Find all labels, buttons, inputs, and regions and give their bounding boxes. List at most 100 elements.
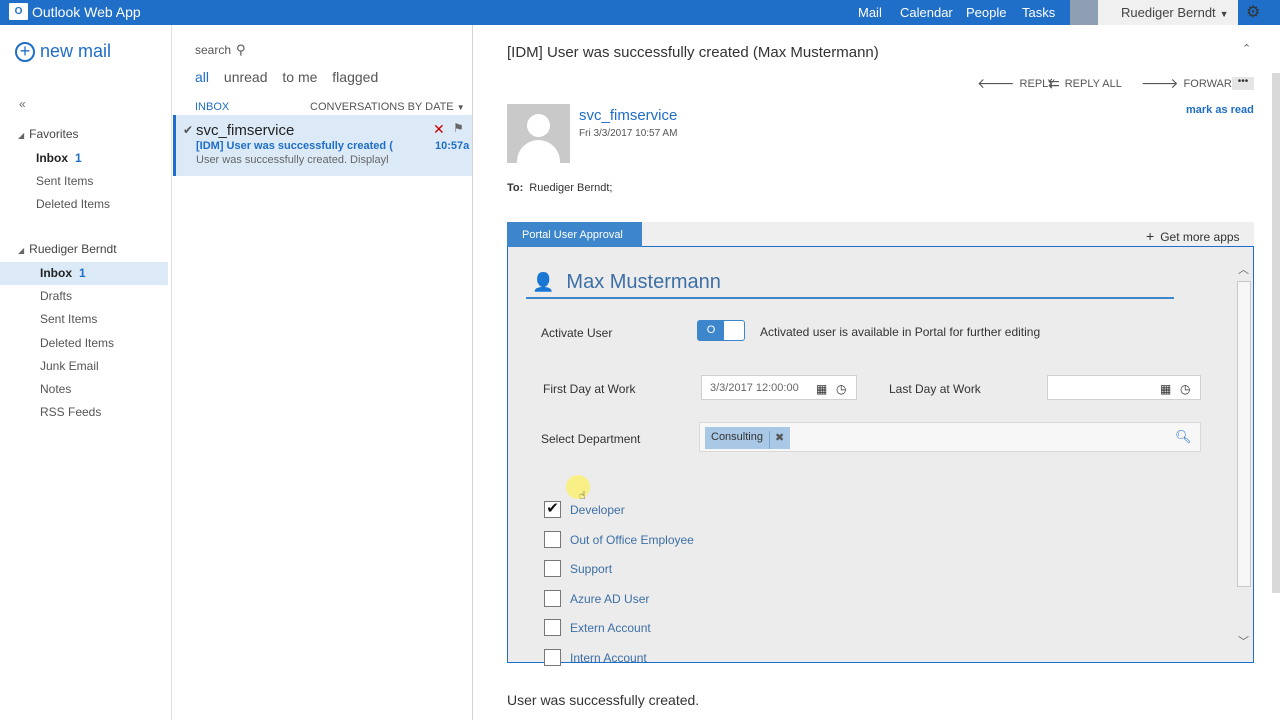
folder-sent-items[interactable]: Sent Items: [40, 312, 97, 326]
checkbox[interactable]: [544, 649, 561, 666]
unread-count: 1: [79, 266, 86, 280]
option-azure-ad-user[interactable]: Azure AD User: [544, 590, 649, 607]
first-day-input[interactable]: 3/3/2017 12:00:00 ▦ ◷: [701, 375, 857, 400]
user-menu[interactable]: Ruediger Berndt ▼: [1098, 0, 1238, 25]
nav-tasks[interactable]: Tasks: [1022, 5, 1055, 20]
activate-user-toggle[interactable]: O: [697, 320, 745, 341]
reply-arrow-icon: 🡐: [977, 75, 1015, 91]
message-preview: User was successfully created. Displayl: [196, 154, 389, 166]
sender-avatar: [507, 104, 570, 163]
scroll-down-icon[interactable]: ﹀: [1238, 633, 1249, 649]
message-sender: svc_fimservice: [196, 122, 295, 139]
folder-inbox[interactable]: Inbox 1: [40, 266, 86, 280]
flag-icon[interactable]: ⚑: [453, 121, 464, 135]
recipients: To: Ruediger Berndt;: [507, 182, 612, 194]
favorites-header[interactable]: ◢ Favorites: [18, 127, 79, 141]
option-intern-account[interactable]: Intern Account: [544, 649, 647, 666]
calendar-icon[interactable]: ▦: [1160, 382, 1171, 396]
sender-name-link[interactable]: svc_fimservice: [579, 107, 677, 124]
top-bar: O Outlook Web App Mail Calendar People T…: [0, 0, 1280, 25]
filter-unread[interactable]: unread: [224, 69, 268, 85]
last-day-input[interactable]: ▦ ◷: [1047, 375, 1201, 400]
option-out-of-office[interactable]: Out of Office Employee: [544, 531, 694, 548]
mark-as-read-link[interactable]: mark as read: [1186, 104, 1254, 116]
get-more-apps-label: Get more apps: [1160, 230, 1240, 244]
nav-people[interactable]: People: [966, 5, 1006, 20]
app-brand[interactable]: O Outlook Web App: [9, 3, 141, 20]
checkbox[interactable]: [544, 560, 561, 577]
filter-bar: all unread to me flagged: [195, 69, 389, 85]
more-actions-button[interactable]: •••: [1232, 77, 1254, 90]
checkbox[interactable]: [544, 531, 561, 548]
checkbox[interactable]: [544, 590, 561, 607]
checkbox[interactable]: [544, 619, 561, 636]
addin-scrollbar[interactable]: [1237, 281, 1251, 587]
first-day-value: 3/3/2017 12:00:00: [710, 382, 799, 394]
search-box[interactable]: search ⚲: [195, 42, 246, 58]
nav-calendar[interactable]: Calendar: [900, 5, 953, 20]
folder-deleted-items[interactable]: Deleted Items: [40, 336, 114, 350]
favorite-sent-items[interactable]: Sent Items: [36, 174, 93, 188]
nav-mail[interactable]: Mail: [858, 5, 882, 20]
folder-rss-feeds[interactable]: RSS Feeds: [40, 405, 101, 419]
user-name: Ruediger Berndt: [1121, 5, 1216, 20]
search-icon[interactable]: 🔍︎: [1175, 429, 1192, 445]
filter-all[interactable]: all: [195, 69, 209, 85]
department-chip: Consulting ✖: [705, 427, 791, 449]
delete-icon[interactable]: ✕: [433, 121, 445, 138]
folder-notes[interactable]: Notes: [40, 382, 71, 396]
forward-button[interactable]: 🡒 FORWARD: [1141, 75, 1240, 92]
plus-circle-icon: +: [15, 41, 35, 62]
department-label: Select Department: [541, 432, 641, 446]
message-time: 10:57a: [435, 140, 470, 152]
message-subject: [IDM] User was successfully created (: [196, 140, 393, 152]
page-scrollbar[interactable]: [1272, 73, 1280, 593]
user-name-heading: 👤 Max Mustermann: [526, 267, 1174, 299]
new-mail-button[interactable]: + new mail: [15, 41, 111, 62]
favorites-title: Favorites: [29, 127, 79, 141]
app-title: Outlook Web App: [32, 3, 141, 20]
scroll-up-icon[interactable]: ︿: [1238, 261, 1249, 277]
gear-icon[interactable]: ⚙: [1246, 2, 1260, 22]
remove-chip-icon[interactable]: ✖: [768, 431, 784, 449]
reply-all-button[interactable]: ⇇ REPLY ALL: [1048, 75, 1122, 92]
folder-junk-email[interactable]: Junk Email: [40, 359, 99, 373]
user-icon: 👤: [532, 271, 555, 292]
option-support[interactable]: Support: [544, 560, 612, 577]
plus-icon: +: [1146, 228, 1155, 244]
message-list-item[interactable]: ✔ svc_fimservice [IDM] User was successf…: [173, 115, 472, 176]
option-developer[interactable]: ✔ Developer: [544, 501, 625, 518]
recipient-name[interactable]: Ruediger Berndt;: [529, 182, 612, 194]
collapse-up-icon[interactable]: ⌃: [1242, 42, 1251, 55]
tab-portal-user-approval[interactable]: Portal User Approval: [507, 222, 642, 247]
outlook-logo-icon: O: [9, 3, 28, 20]
person-silhouette-body: [517, 140, 560, 163]
topbar-divider: [1070, 0, 1098, 25]
checkbox-checked[interactable]: ✔: [544, 501, 561, 518]
option-extern-account[interactable]: Extern Account: [544, 619, 651, 636]
check-icon[interactable]: ✔: [183, 123, 193, 137]
favorite-inbox[interactable]: Inbox 1: [36, 151, 82, 165]
reply-button[interactable]: 🡐 REPLY: [977, 75, 1055, 92]
filter-to-me[interactable]: to me: [282, 69, 317, 85]
expand-triangle-icon: ◢: [18, 131, 25, 140]
activate-user-hint: Activated user is available in Portal fo…: [760, 325, 1041, 339]
department-picker[interactable]: Consulting ✖ 🔍︎: [699, 422, 1201, 452]
clock-icon[interactable]: ◷: [836, 382, 846, 396]
folder-drafts[interactable]: Drafts: [40, 289, 72, 303]
calendar-icon[interactable]: ▦: [816, 382, 827, 396]
collapse-pane-icon[interactable]: «: [19, 97, 26, 111]
filter-flagged[interactable]: flagged: [332, 69, 378, 85]
search-label: search: [195, 43, 232, 57]
get-more-apps-button[interactable]: + Get more apps: [1146, 228, 1240, 244]
favorite-deleted-items[interactable]: Deleted Items: [36, 197, 110, 211]
option-label: Intern Account: [570, 650, 647, 665]
option-label: Developer: [570, 502, 625, 517]
account-header[interactable]: ◢ Ruediger Berndt: [18, 242, 117, 256]
forward-arrow-icon: 🡒: [1141, 75, 1179, 91]
sort-label: CONVERSATIONS BY DATE: [310, 101, 454, 113]
search-icon[interactable]: ⚲: [236, 42, 246, 57]
option-label: Out of Office Employee: [570, 532, 694, 547]
sort-dropdown[interactable]: CONVERSATIONS BY DATE ▼: [310, 101, 465, 113]
clock-icon[interactable]: ◷: [1180, 382, 1190, 396]
